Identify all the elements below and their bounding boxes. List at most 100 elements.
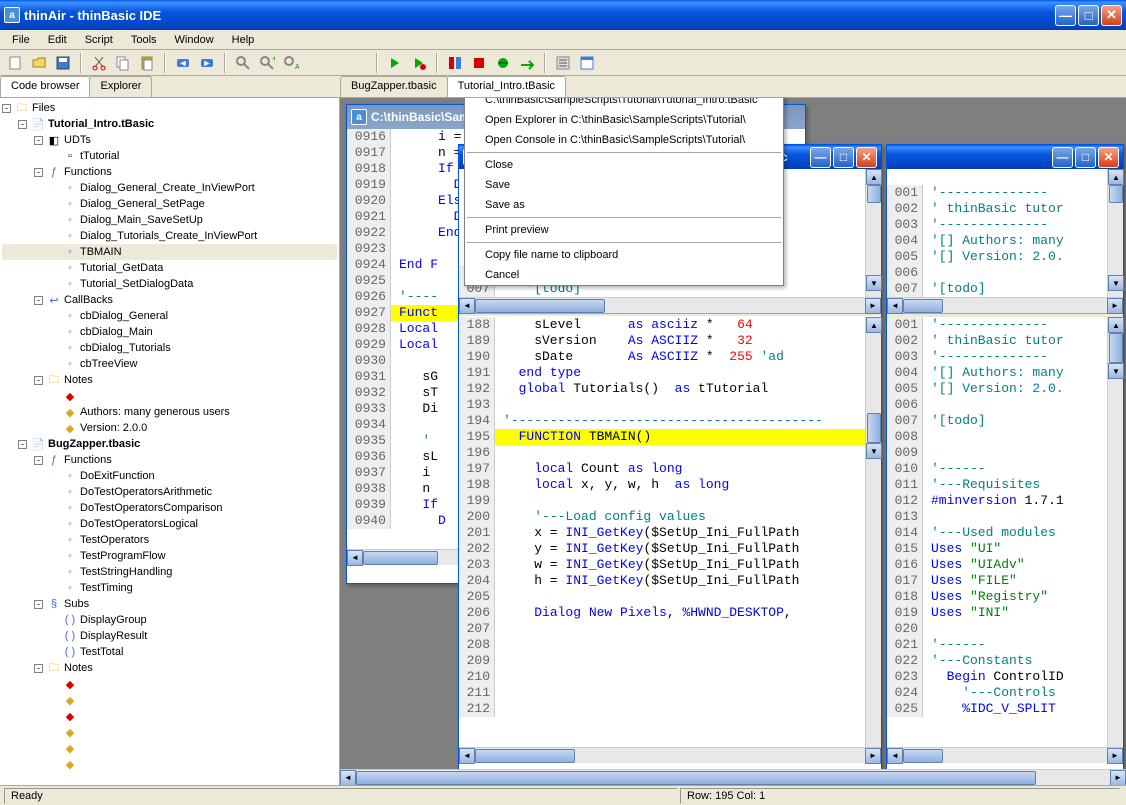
menu-script[interactable]: Script	[77, 32, 121, 48]
mdi-maximize-button[interactable]: □	[833, 147, 854, 168]
code-text[interactable]: '[todo]	[923, 413, 993, 429]
tree-node[interactable]: -🗀Files	[2, 100, 337, 116]
tree-node[interactable]: ◦DoExitFunction	[2, 468, 337, 484]
code-line[interactable]: 016Uses "UIAdv"	[887, 557, 1107, 573]
options-button[interactable]	[552, 52, 574, 74]
tree-node[interactable]: -§Subs	[2, 596, 337, 612]
code-text[interactable]: ' thinBasic tutor	[923, 201, 1064, 217]
tree-node[interactable]: ( )DisplayResult	[2, 628, 337, 644]
scroll-down-button[interactable]: ▼	[866, 443, 882, 459]
code-text[interactable]: sVersion As ASCIIZ * 32	[495, 333, 753, 349]
undo-button[interactable]: ◄	[172, 52, 194, 74]
code-editor-3-top[interactable]: 001'--------------002' thinBasic tutor00…	[887, 169, 1107, 297]
run-button[interactable]	[384, 52, 406, 74]
tree-node[interactable]: ◦Dialog_General_SetPage	[2, 196, 337, 212]
code-line[interactable]: 020	[887, 621, 1107, 637]
mdi-minimize-button[interactable]: —	[810, 147, 831, 168]
code-text[interactable]: local x, y, w, h as long	[495, 477, 729, 493]
tree-node[interactable]: -📄BugZapper.tbasic	[2, 436, 337, 452]
code-text[interactable]: h = INI_GetKey($SetUp_Ini_FullPath	[495, 573, 799, 589]
new-file-button[interactable]	[4, 52, 26, 74]
code-text[interactable]: FUNCTION TBMAIN()	[495, 429, 651, 445]
code-line[interactable]: 190 sDate As ASCIIZ * 255 'ad	[459, 349, 865, 365]
code-line[interactable]: 018Uses "Registry"	[887, 589, 1107, 605]
tree-node[interactable]: ◦DoTestOperatorsLogical	[2, 516, 337, 532]
copy-button[interactable]	[112, 52, 134, 74]
code-text[interactable]: D	[391, 513, 446, 529]
code-line[interactable]: 012#minversion 1.7.1	[887, 493, 1107, 509]
code-text[interactable]: Uses "FILE"	[923, 573, 1017, 589]
code-line[interactable]: 209	[459, 653, 865, 669]
scroll-right-button[interactable]: ►	[865, 748, 881, 764]
mdi-window-3-title[interactable]: — □ ✕	[887, 145, 1123, 169]
mdi-close-button[interactable]: ✕	[1098, 147, 1119, 168]
scroll-thumb[interactable]	[475, 749, 575, 763]
tree-expander[interactable]: -	[34, 136, 43, 145]
scrollbar-vertical[interactable]: ▲ ▼	[1107, 169, 1123, 297]
scrollbar-horizontal[interactable]: ◄ ►	[887, 747, 1123, 763]
code-line[interactable]: 005'[] Version: 2.0.	[887, 381, 1107, 397]
code-text[interactable]: sL	[391, 449, 438, 465]
code-line[interactable]: 010'------	[887, 461, 1107, 477]
scroll-down-button[interactable]: ▼	[866, 275, 882, 291]
tree-node[interactable]: ◦TestTiming	[2, 580, 337, 596]
code-line[interactable]: 007'[todo]	[887, 281, 1107, 297]
code-line[interactable]: 004'[] Authors: many	[887, 233, 1107, 249]
code-line[interactable]: 197 local Count as long	[459, 461, 865, 477]
code-text[interactable]	[391, 241, 399, 257]
code-text[interactable]: sDate As ASCIIZ * 255 'ad	[495, 349, 784, 365]
code-text[interactable]: '[] Authors: many	[923, 365, 1064, 381]
scroll-left-button[interactable]: ◄	[340, 770, 356, 786]
code-text[interactable]	[495, 493, 503, 509]
debug-button[interactable]	[492, 52, 514, 74]
code-line[interactable]: 192 global Tutorials() as tTutorial	[459, 381, 865, 397]
scroll-left-button[interactable]: ◄	[887, 748, 903, 764]
tree-expander[interactable]: -	[18, 440, 27, 449]
code-text[interactable]: '--------------	[923, 317, 1048, 333]
code-text[interactable]: '---Load config values	[495, 509, 706, 525]
code-line[interactable]: 201 x = INI_GetKey($SetUp_Ini_FullPath	[459, 525, 865, 541]
open-file-button[interactable]	[28, 52, 50, 74]
code-text[interactable]	[923, 509, 931, 525]
tree-node[interactable]: ◆	[2, 724, 337, 740]
code-text[interactable]: '------	[923, 461, 986, 477]
code-text[interactable]	[495, 445, 503, 461]
scrollbar-horizontal[interactable]: ◄ ►	[459, 747, 881, 763]
scroll-down-button[interactable]: ▼	[1108, 275, 1124, 291]
code-text[interactable]: Uses "UI"	[923, 541, 1001, 557]
code-line[interactable]: 009	[887, 445, 1107, 461]
menu-edit[interactable]: Edit	[40, 32, 75, 48]
menu-help[interactable]: Help	[224, 32, 263, 48]
code-line[interactable]: 002' thinBasic tutor	[887, 333, 1107, 349]
scroll-thumb[interactable]	[903, 299, 943, 313]
code-text[interactable]	[923, 265, 931, 281]
tree-node[interactable]: ◦Dialog_General_Create_InViewPort	[2, 180, 337, 196]
code-text[interactable]: '----	[391, 289, 438, 305]
code-text[interactable]	[391, 273, 399, 289]
code-text[interactable]: Local	[391, 321, 438, 337]
code-line[interactable]: 204 h = INI_GetKey($SetUp_Ini_FullPath	[459, 573, 865, 589]
code-text[interactable]: x = INI_GetKey($SetUp_Ini_FullPath	[495, 525, 799, 541]
code-text[interactable]: %IDC_V_SPLIT	[923, 701, 1056, 717]
scrollbar-horizontal[interactable]: ◄ ►	[887, 297, 1123, 313]
menu-window[interactable]: Window	[167, 32, 222, 48]
menu-file[interactable]: File	[4, 32, 38, 48]
tree-node[interactable]: ◦TestProgramFlow	[2, 548, 337, 564]
tree-node[interactable]: ◦cbDialog_Main	[2, 324, 337, 340]
tree-node[interactable]: ◦DoTestOperatorsComparison	[2, 500, 337, 516]
cut-button[interactable]	[88, 52, 110, 74]
code-text[interactable]: Local	[391, 337, 438, 353]
mdi-maximize-button[interactable]: □	[1075, 147, 1096, 168]
ctx-print-preview[interactable]: Print preview	[465, 220, 783, 240]
code-text[interactable]: sLevel as asciiz * 64	[495, 317, 753, 333]
code-line[interactable]: 210	[459, 669, 865, 685]
tree-expander[interactable]: -	[34, 376, 43, 385]
tree-node[interactable]: ◦TBMAIN	[2, 244, 337, 260]
ctx-open-console[interactable]: Open Console in C:\thinBasic\SampleScrip…	[465, 130, 783, 150]
tree-expander[interactable]: -	[34, 664, 43, 673]
code-text[interactable]: '---------------------------------------…	[495, 413, 823, 429]
mdi-scrollbar-horizontal[interactable]: ◄ ►	[340, 769, 1126, 785]
code-text[interactable]: Uses "UIAdv"	[923, 557, 1025, 573]
scroll-up-button[interactable]: ▲	[1108, 317, 1124, 333]
minimize-button[interactable]: —	[1055, 5, 1076, 26]
